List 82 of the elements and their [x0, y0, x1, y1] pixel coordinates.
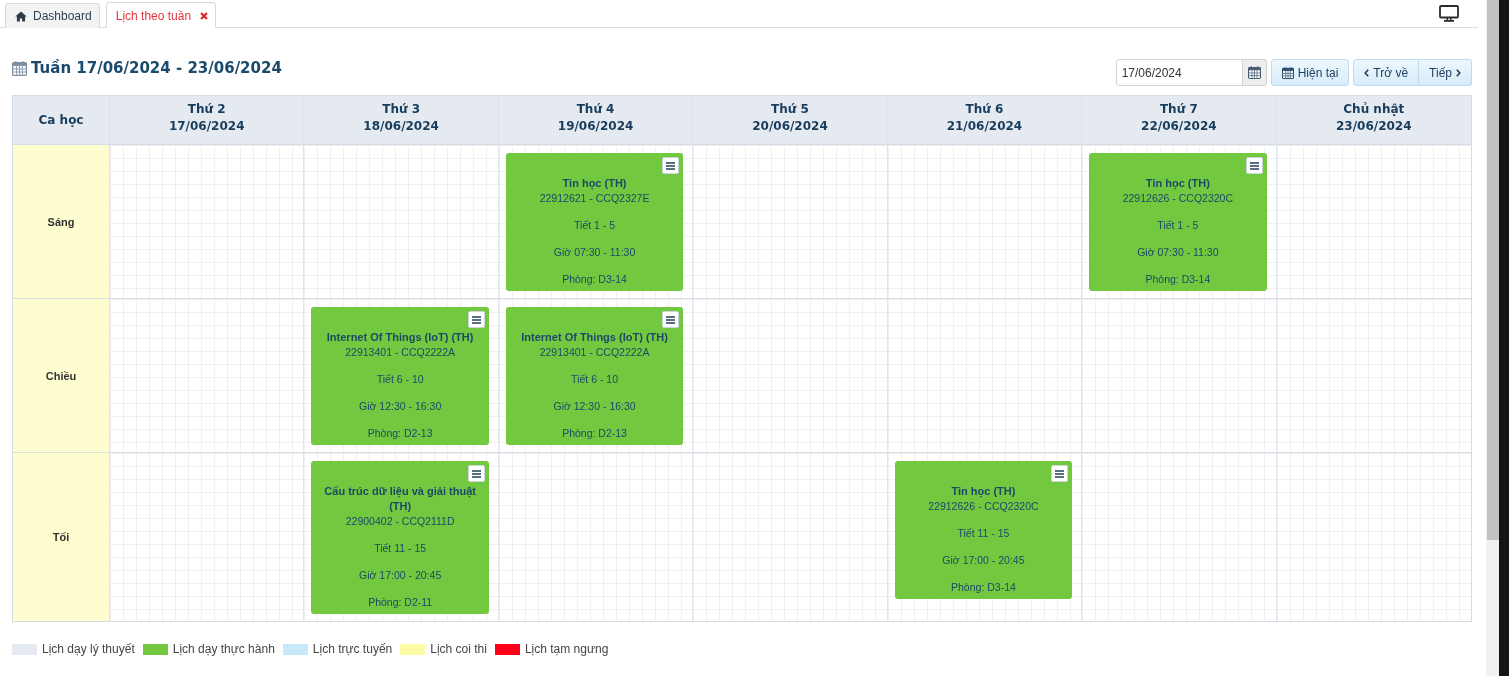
calendar-icon: [1281, 66, 1294, 79]
scrollbar-thumb[interactable]: [1487, 0, 1499, 540]
class-title: Internet Of Things (IoT) (TH): [325, 330, 475, 345]
day-name: Thứ 5: [771, 101, 809, 118]
tab[interactable]: Lịch theo tuần: [105, 2, 217, 28]
menu-button[interactable]: [467, 465, 485, 482]
legend-label: Lịch trực tuyến: [312, 642, 393, 656]
class-title: Internet Of Things (IoT) (TH): [520, 330, 669, 345]
menu-button[interactable]: [1245, 157, 1263, 174]
menu-icon: [471, 315, 481, 324]
day-name: Chủ nhật: [1343, 101, 1405, 118]
menu-icon: [1249, 161, 1259, 170]
class-time: Giờ 07:30 - 11:30: [552, 245, 637, 260]
class-time: Giờ 12:30 - 16:30: [552, 399, 637, 414]
legend-label: Lịch dạy lý thuyết: [42, 642, 135, 656]
class-room: Phòng: D2-13: [366, 426, 434, 441]
class-periods: Tiết 11 - 15: [956, 526, 1011, 541]
menu-button[interactable]: [662, 311, 680, 328]
next-button[interactable]: Tiếp: [1419, 59, 1472, 86]
chevron-right-icon: [1456, 68, 1461, 77]
session-label: Tối: [13, 453, 110, 621]
class-room: Phòng: D2-11: [367, 595, 434, 610]
day-date: 17/06/2024: [168, 118, 245, 135]
tab[interactable]: Dashboard: [5, 3, 100, 28]
class-title: Tin học (TH): [1144, 176, 1211, 191]
class-code: 22900402 - CCQ2111D: [344, 514, 456, 529]
day-name: Thứ 4: [576, 101, 615, 118]
class-code: 22913401 - CCQ2222A: [344, 345, 456, 360]
home-icon: [15, 10, 27, 22]
class-periods: Tiết 6 - 10: [570, 372, 619, 387]
class-title: Tin học (TH): [950, 484, 1017, 499]
day-date: 21/06/2024: [946, 118, 1023, 135]
class-periods: Tiết 1 - 5: [1156, 218, 1200, 233]
day-date: 18/06/2024: [363, 118, 439, 135]
day-date: 22/06/2024: [1141, 118, 1217, 135]
menu-icon: [471, 469, 481, 478]
class-time: Giờ 17:00 - 20:45: [941, 553, 1026, 568]
class-room: Phòng: D2-13: [561, 426, 628, 441]
calendar-icon: [12, 60, 27, 76]
column-header: Ca học: [38, 111, 84, 129]
class-periods: Tiết 11 - 15: [373, 541, 428, 556]
class-room: Phòng: D3-14: [950, 580, 1017, 595]
legend-label: Lịch dạy thực hành: [172, 642, 275, 656]
menu-button[interactable]: [662, 157, 680, 174]
legend-label: Lịch tạm ngưng: [524, 642, 609, 656]
class-time: Giờ 17:00 - 20:45: [358, 568, 443, 583]
chevron-left-icon: [1364, 68, 1370, 77]
class-room: Phòng: D3-14: [561, 272, 628, 287]
session-label: Chiều: [13, 299, 110, 453]
date-field[interactable]: 17/06/2024: [1115, 59, 1243, 86]
class-code: 22912621 - CCQ2327E: [538, 191, 651, 206]
day-date: 20/06/2024: [752, 118, 828, 135]
class-periods: Tiết 1 - 5: [573, 218, 617, 233]
monitor-icon[interactable]: [1439, 5, 1459, 22]
today-button[interactable]: Hiện tại: [1270, 59, 1350, 86]
day-date: 19/06/2024: [557, 118, 634, 135]
class-time: Giờ 07:30 - 11:30: [1136, 245, 1220, 260]
menu-button[interactable]: [1051, 465, 1069, 482]
previous-button[interactable]: Trở về: [1353, 59, 1420, 86]
day-name: Thứ 2: [187, 101, 226, 118]
close-icon[interactable]: [200, 11, 209, 20]
class-code: 22912626 - CCQ2320C: [927, 499, 1040, 514]
day-name: Thứ 7: [1159, 101, 1198, 118]
class-periods: Tiết 6 - 10: [375, 372, 425, 387]
class-room: Phòng: D3-14: [1144, 272, 1212, 287]
class-time: Giờ 12:30 - 16:30: [358, 399, 443, 414]
day-name: Thứ 3: [382, 101, 421, 118]
menu-icon: [666, 315, 676, 324]
day-name: Thứ 6: [965, 101, 1004, 118]
day-date: 23/06/2024: [1336, 118, 1412, 135]
menu-icon: [1055, 469, 1065, 478]
menu-icon: [666, 161, 676, 170]
class-code: 22913401 - CCQ2222A: [538, 345, 651, 360]
calendar-button[interactable]: [1242, 59, 1267, 86]
legend-label: Lịch coi thi: [430, 642, 487, 656]
calendar-icon: [1247, 66, 1261, 79]
class-code: 22912626 - CCQ2320C: [1121, 191, 1234, 206]
page-title: Tuần 17/06/2024 - 23/06/2024: [31, 59, 282, 77]
session-label: Sáng: [13, 145, 110, 299]
class-title: Tin học (TH): [561, 176, 628, 191]
menu-button[interactable]: [467, 311, 485, 328]
class-title: Cấu trúc dữ liệu và giải thuật (TH): [323, 484, 477, 514]
